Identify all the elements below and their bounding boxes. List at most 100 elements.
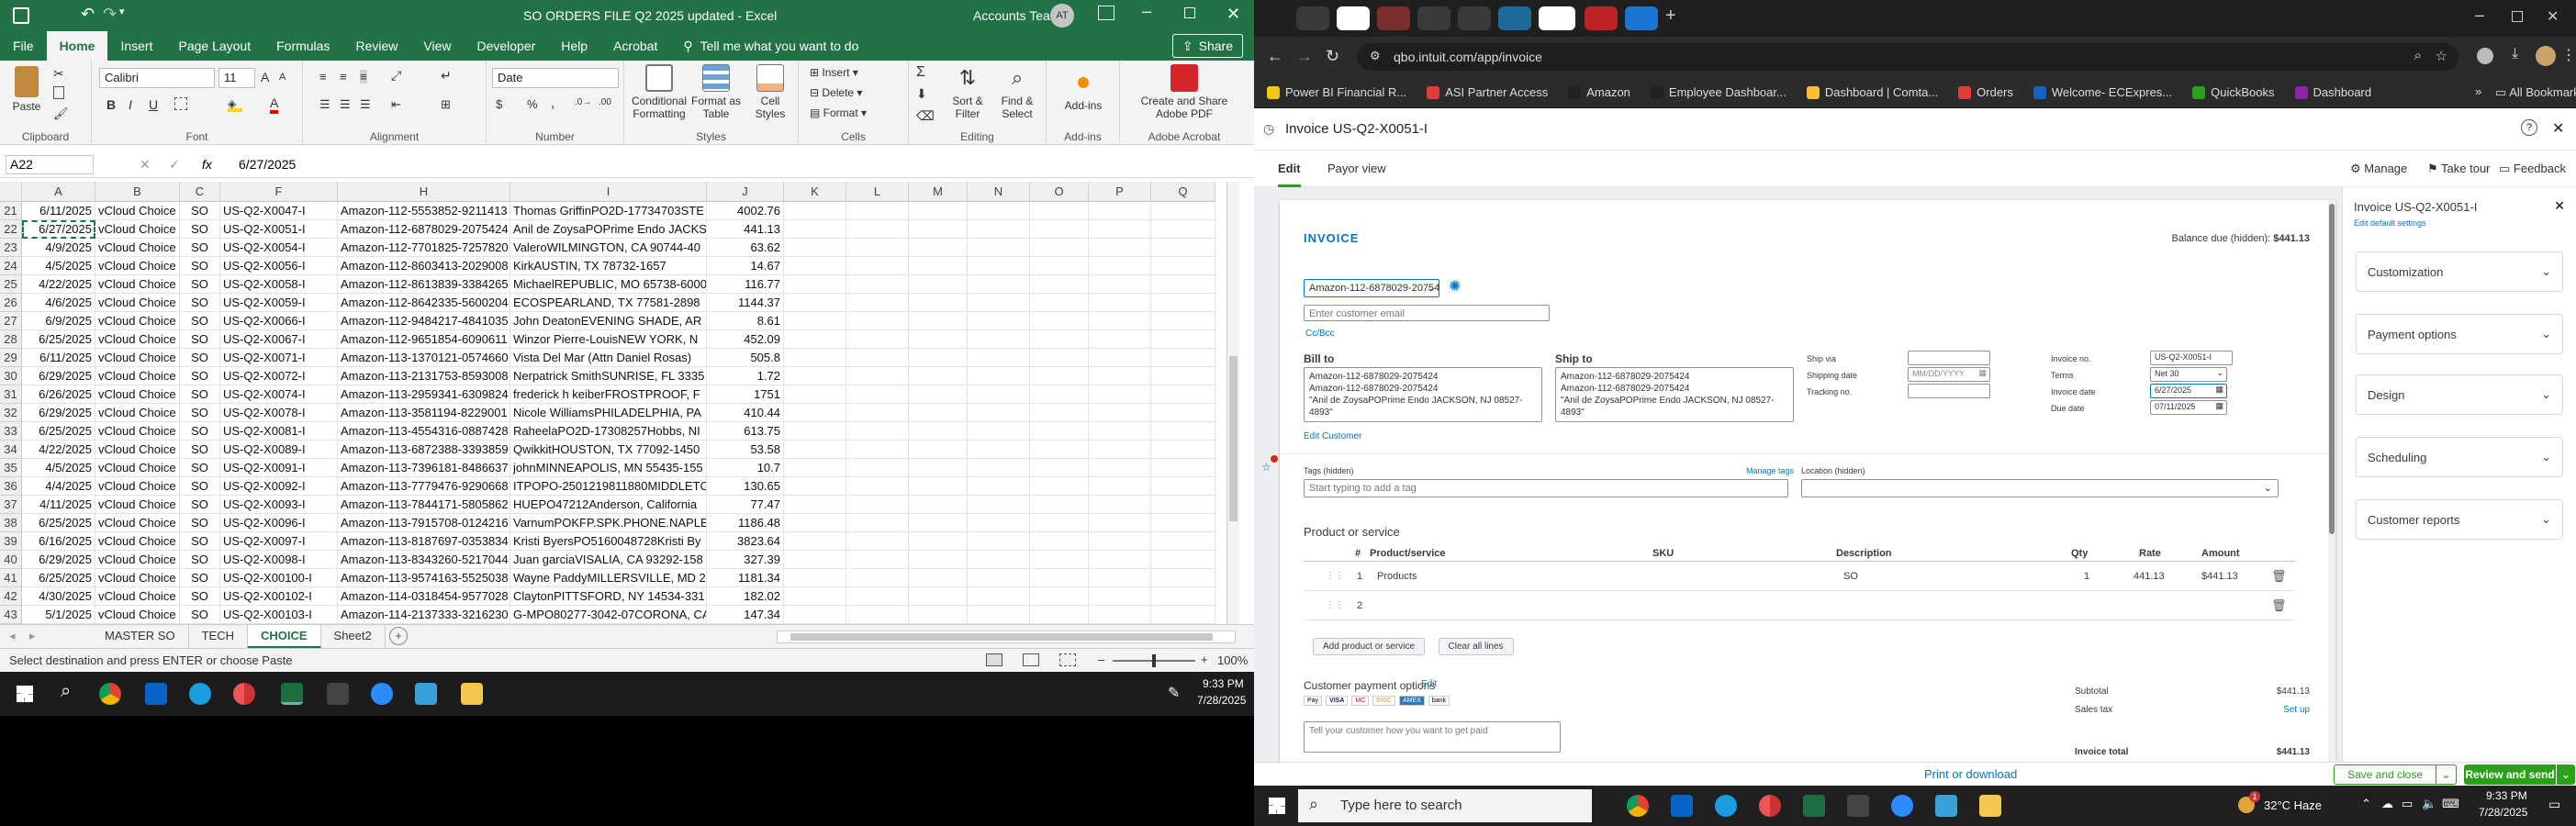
cell-styles-button[interactable]: Cell Styles: [745, 64, 795, 120]
language-icon[interactable]: ⌨: [2442, 797, 2459, 811]
cell[interactable]: [909, 220, 968, 239]
bookmark-item[interactable]: Orders: [1958, 85, 2013, 99]
font-color-icon[interactable]: A: [270, 95, 279, 114]
help-icon[interactable]: ?: [2521, 119, 2537, 136]
cell[interactable]: [1089, 312, 1151, 330]
align-top-icon[interactable]: ≡: [319, 70, 327, 84]
cell[interactable]: vCloud Choice: [95, 569, 180, 587]
cell[interactable]: [846, 551, 909, 569]
avatar[interactable]: AT: [1050, 4, 1074, 28]
column-header-m[interactable]: M: [909, 182, 968, 202]
cell[interactable]: SO: [180, 239, 220, 257]
volume-icon[interactable]: 🔈: [2422, 797, 2436, 811]
cell[interactable]: US-Q2-X0071-I: [220, 349, 338, 367]
cell[interactable]: Amazon-113-8343260-5217044: [338, 551, 510, 569]
cell[interactable]: 116.77: [707, 275, 784, 294]
cell[interactable]: [968, 257, 1030, 275]
cell[interactable]: [968, 202, 1030, 220]
calculator-icon[interactable]: [415, 683, 437, 705]
all-bookmarks-link[interactable]: ▭ All Bookmarks: [2495, 85, 2576, 100]
column-header-o[interactable]: O: [1030, 182, 1089, 202]
cell[interactable]: US-Q2-X0072-I: [220, 367, 338, 385]
bookmark-item[interactable]: Employee Dashboar...: [1650, 85, 1786, 99]
cell[interactable]: QwikkitHOUSTON, TX 77092-1450: [510, 441, 707, 459]
accordion-payment-options[interactable]: Payment options ⌄: [2356, 314, 2563, 354]
cell[interactable]: [909, 422, 968, 441]
cell[interactable]: US-Q2-X0093-I: [220, 496, 338, 514]
cell[interactable]: SO: [180, 496, 220, 514]
cell[interactable]: vCloud Choice: [95, 330, 180, 349]
cell[interactable]: [1151, 551, 1215, 569]
cell[interactable]: VarnumPOKFP.SPK.PHONE.NAPLE: [510, 514, 707, 532]
cell[interactable]: US-Q2-X0067-I: [220, 330, 338, 349]
cell[interactable]: [968, 294, 1030, 312]
cell[interactable]: [846, 422, 909, 441]
tracking-no-input[interactable]: [1908, 384, 1990, 398]
font-size-box[interactable]: 11: [218, 68, 255, 88]
zoom-out-icon[interactable]: –: [1098, 653, 1104, 666]
search-icon[interactable]: ⌕: [61, 681, 71, 702]
close-panel-icon[interactable]: ✕: [2554, 198, 2565, 214]
row-header[interactable]: 31: [0, 385, 22, 404]
cell[interactable]: Thomas GriffinPO2D-17734703STE: [510, 202, 707, 220]
percent-button[interactable]: %: [527, 97, 538, 111]
cell[interactable]: [784, 587, 846, 606]
close-icon[interactable]: ✕: [2547, 7, 2559, 26]
excel-taskbar-icon[interactable]: [1803, 795, 1825, 817]
row-header[interactable]: 40: [0, 551, 22, 569]
cell[interactable]: [1030, 202, 1089, 220]
cell[interactable]: [909, 257, 968, 275]
page-break-view-icon[interactable]: [1059, 653, 1076, 666]
insert-function-button[interactable]: fx: [202, 157, 212, 172]
tray-chevron-icon[interactable]: ⌃: [2361, 797, 2371, 811]
column-header-n[interactable]: N: [968, 182, 1030, 202]
cell[interactable]: [968, 477, 1030, 496]
manage-tags-link[interactable]: Manage tags: [1746, 466, 1794, 475]
number-format-box[interactable]: Date: [492, 68, 619, 88]
cell[interactable]: [846, 496, 909, 514]
manage-button[interactable]: ⚙ Manage: [2350, 162, 2407, 176]
browser-tab[interactable]: [1458, 6, 1491, 30]
column-header-p[interactable]: P: [1089, 182, 1151, 202]
cell[interactable]: US-Q2-X00100-I: [220, 569, 338, 587]
shrink-font-icon[interactable]: A: [279, 72, 286, 83]
undo-icon[interactable]: ↶: [81, 5, 95, 24]
formula-input[interactable]: 6/27/2025: [239, 157, 296, 172]
maximize-icon[interactable]: [1184, 7, 1195, 18]
file-explorer-icon[interactable]: [1979, 795, 2001, 817]
cell[interactable]: [846, 514, 909, 532]
cell[interactable]: US-Q2-X0074-I: [220, 385, 338, 404]
app-icon[interactable]: [327, 683, 349, 705]
cell[interactable]: 441.13: [707, 220, 784, 239]
cell[interactable]: 53.58: [707, 441, 784, 459]
cell[interactable]: SO: [180, 404, 220, 422]
cell[interactable]: [1151, 220, 1215, 239]
customer-select[interactable]: Amazon-112-6878029-20754 ⌄: [1304, 279, 1439, 297]
cell[interactable]: [909, 606, 968, 624]
cell[interactable]: MichaelREPUBLIC, MO 65738-6000: [510, 275, 707, 294]
cell[interactable]: US-Q2-X0092-I: [220, 477, 338, 496]
cell[interactable]: US-Q2-X0051-I: [220, 220, 338, 239]
cell[interactable]: [1030, 330, 1089, 349]
cell[interactable]: Amazon-113-6872388-3393859: [338, 441, 510, 459]
conditional-formatting-button[interactable]: Conditional Formatting: [630, 64, 689, 120]
cell[interactable]: [1030, 385, 1089, 404]
delete-cells-button[interactable]: ⊟ Delete ▾: [810, 86, 862, 99]
cell[interactable]: vCloud Choice: [95, 404, 180, 422]
ribbon-display-icon[interactable]: [1098, 6, 1114, 20]
cell[interactable]: [909, 294, 968, 312]
cell[interactable]: 452.09: [707, 330, 784, 349]
sort-filter-button[interactable]: ⇅ Sort & Filter: [946, 64, 990, 120]
align-middle-icon[interactable]: ≡: [340, 70, 347, 84]
bookmarks-overflow-icon[interactable]: »: [2475, 84, 2481, 98]
cell[interactable]: SO: [180, 551, 220, 569]
cell[interactable]: [1030, 532, 1089, 551]
cell[interactable]: [1030, 367, 1089, 385]
cell[interactable]: US-Q2-X0091-I: [220, 459, 338, 477]
column-header-a[interactable]: A: [22, 182, 95, 202]
row-header[interactable]: 32: [0, 404, 22, 422]
close-invoice-icon[interactable]: ✕: [2552, 119, 2564, 138]
cell[interactable]: [1030, 275, 1089, 294]
edge-icon[interactable]: [189, 683, 211, 705]
cell[interactable]: [846, 202, 909, 220]
